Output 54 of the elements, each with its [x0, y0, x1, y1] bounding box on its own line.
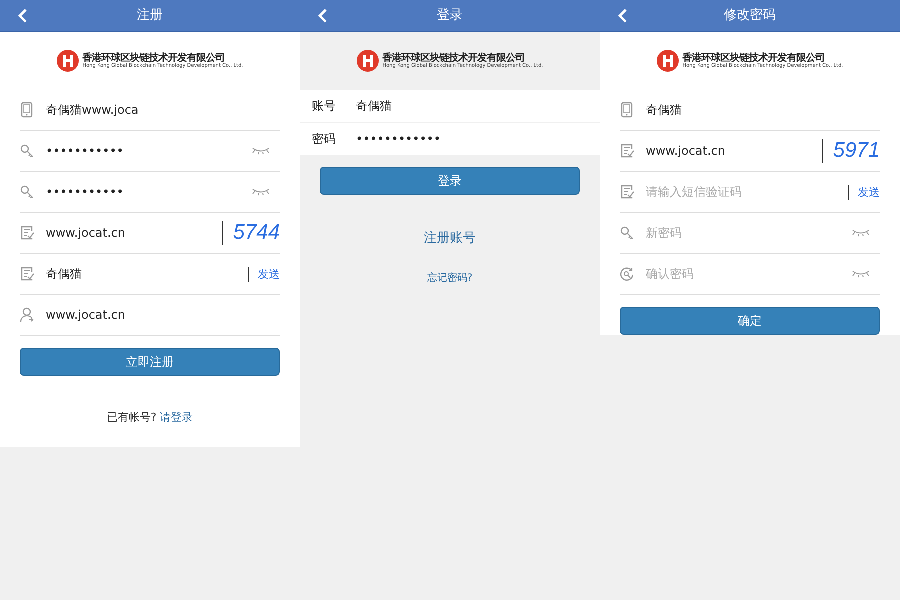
- login-field[interactable]: 密码 ••••••••••••: [300, 123, 600, 155]
- back-icon[interactable]: [318, 9, 328, 23]
- submit-button[interactable]: 确定: [620, 307, 880, 335]
- key-icon: [20, 184, 34, 200]
- submit-button[interactable]: 登录: [320, 167, 580, 195]
- screen-title: 修改密码: [724, 6, 776, 25]
- send-link[interactable]: 发送: [848, 184, 880, 200]
- form-check-icon: [620, 184, 634, 200]
- submit-button[interactable]: 立即注册: [20, 348, 280, 376]
- text-link[interactable]: 注册账号: [424, 229, 476, 248]
- back-icon[interactable]: [18, 9, 28, 23]
- logo-mark-icon: [356, 50, 379, 72]
- input-field[interactable]: 请输入短信验证码: [646, 183, 848, 201]
- captcha-code[interactable]: 5744: [222, 221, 280, 245]
- logo-mark-icon: [656, 50, 679, 72]
- user-icon: [20, 307, 34, 323]
- screen-title: 登录: [437, 6, 463, 25]
- phone-icon: [620, 102, 634, 118]
- login-link[interactable]: 请登录: [160, 411, 194, 424]
- input-field[interactable]: 奇偶猫: [356, 97, 600, 115]
- send-link[interactable]: 发送: [248, 266, 280, 282]
- input-field[interactable]: 奇偶猫www.joca: [46, 101, 280, 119]
- company-name: 香港环球区块链技术开发有限公司: [82, 53, 226, 64]
- eye-closed-icon[interactable]: [852, 270, 870, 278]
- eye-closed-icon[interactable]: [252, 188, 270, 196]
- field-label: 密码: [312, 131, 337, 148]
- login-field[interactable]: 账号 奇偶猫: [300, 90, 600, 122]
- phone-icon: [20, 102, 34, 118]
- logo-mark-icon: [56, 50, 79, 72]
- input-field[interactable]: www.jocat.cn: [46, 306, 280, 324]
- eye-closed-icon[interactable]: [252, 147, 270, 155]
- input-field[interactable]: •••••••••••: [46, 183, 252, 201]
- key-icon: [620, 225, 634, 241]
- field-label: 账号: [312, 98, 337, 115]
- back-icon[interactable]: [618, 9, 628, 23]
- input-field[interactable]: 确认密码: [646, 265, 852, 283]
- key-icon: [20, 143, 34, 159]
- input-field[interactable]: www.jocat.cn: [46, 224, 222, 242]
- text-link[interactable]: 忘记密码?: [427, 270, 473, 286]
- company-name: 香港环球区块链技术开发有限公司: [682, 53, 826, 64]
- footer-text: 已有帐号?: [106, 411, 157, 424]
- form-check-icon: [20, 225, 34, 241]
- input-field[interactable]: •••••••••••: [46, 142, 252, 160]
- captcha-code[interactable]: 5971: [822, 139, 880, 163]
- input-field[interactable]: ••••••••••••: [356, 130, 600, 148]
- form-check-icon: [620, 143, 634, 159]
- eye-closed-icon[interactable]: [852, 229, 870, 237]
- form-check-icon: [20, 266, 34, 282]
- input-field[interactable]: www.jocat.cn: [646, 142, 822, 160]
- input-field[interactable]: 奇偶猫: [46, 265, 248, 283]
- company-name: 香港环球区块链技术开发有限公司: [382, 53, 526, 64]
- input-field[interactable]: 新密码: [646, 224, 852, 242]
- screen-title: 注册: [137, 6, 163, 25]
- input-field[interactable]: 奇偶猫: [646, 101, 880, 119]
